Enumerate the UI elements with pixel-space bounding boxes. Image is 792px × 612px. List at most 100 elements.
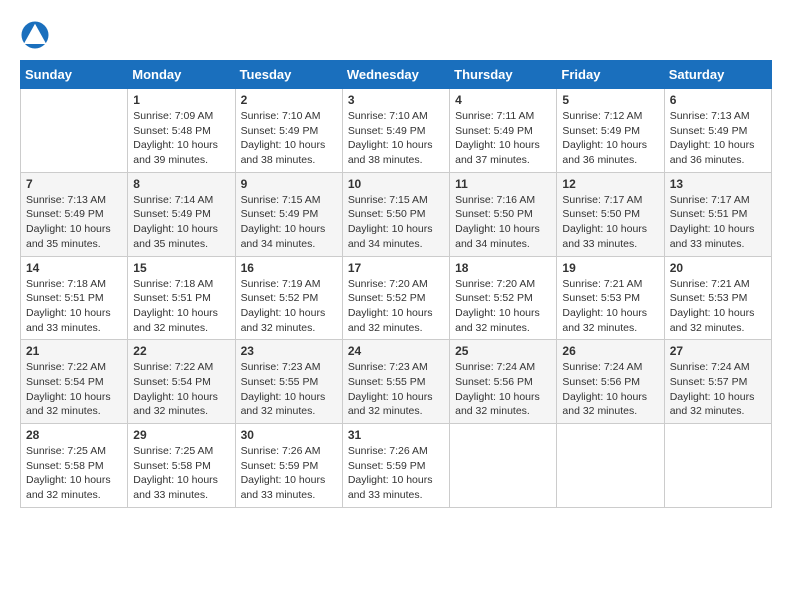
day-cell: 14 Sunrise: 7:18 AM Sunset: 5:51 PM Dayli… bbox=[21, 256, 128, 340]
day-number: 14 bbox=[26, 261, 122, 275]
day-number: 17 bbox=[348, 261, 444, 275]
day-info: Sunrise: 7:18 AM Sunset: 5:51 PM Dayligh… bbox=[133, 277, 229, 336]
week-row-4: 21Sunrise: 7:22 AM Sunset: 5:54 PM Dayli… bbox=[21, 340, 772, 424]
day-number: 15 bbox=[133, 261, 229, 275]
day-info: Sunrise: 7:25 AM Sunset: 5:58 PM Dayligh… bbox=[26, 444, 122, 503]
day-number: 3 bbox=[348, 93, 444, 107]
day-cell: 13 Sunrise: 7:17 AM Sunset: 5:51 PM Dayli… bbox=[664, 172, 771, 256]
day-number: 23 bbox=[241, 344, 337, 358]
day-number: 1 bbox=[133, 93, 229, 107]
day-info: Sunrise: 7:21 AM Sunset: 5:53 PM Dayligh… bbox=[670, 277, 766, 336]
day-number: 22 bbox=[133, 344, 229, 358]
day-number: 12 bbox=[562, 177, 658, 191]
day-info: Sunrise: 7:15 AM Sunset: 5:49 PM Dayligh… bbox=[241, 193, 337, 252]
day-cell: 22 Sunrise: 7:22 AM Sunset: 5:54 PM Dayli… bbox=[128, 340, 235, 424]
day-info: Sunrise: 7:09 AM Sunset: 5:48 PM Dayligh… bbox=[133, 109, 229, 168]
day-cell: 20 Sunrise: 7:21 AM Sunset: 5:53 PM Dayli… bbox=[664, 256, 771, 340]
day-info: Sunrise: 7:12 AM Sunset: 5:49 PM Dayligh… bbox=[562, 109, 658, 168]
day-cell: 21Sunrise: 7:22 AM Sunset: 5:54 PM Dayli… bbox=[21, 340, 128, 424]
day-cell: 4Sunrise: 7:11 AM Sunset: 5:49 PM Daylig… bbox=[450, 89, 557, 173]
day-cell: 15 Sunrise: 7:18 AM Sunset: 5:51 PM Dayli… bbox=[128, 256, 235, 340]
day-cell: 1 Sunrise: 7:09 AM Sunset: 5:48 PM Daylig… bbox=[128, 89, 235, 173]
day-number: 13 bbox=[670, 177, 766, 191]
day-number: 24 bbox=[348, 344, 444, 358]
day-info: Sunrise: 7:25 AM Sunset: 5:58 PM Dayligh… bbox=[133, 444, 229, 503]
day-cell: 6Sunrise: 7:13 AM Sunset: 5:49 PM Daylig… bbox=[664, 89, 771, 173]
day-number: 10 bbox=[348, 177, 444, 191]
day-cell: 29 Sunrise: 7:25 AM Sunset: 5:58 PM Dayli… bbox=[128, 424, 235, 508]
day-info: Sunrise: 7:10 AM Sunset: 5:49 PM Dayligh… bbox=[348, 109, 444, 168]
day-info: Sunrise: 7:24 AM Sunset: 5:57 PM Dayligh… bbox=[670, 360, 766, 419]
day-cell: 11Sunrise: 7:16 AM Sunset: 5:50 PM Dayli… bbox=[450, 172, 557, 256]
day-cell: 12 Sunrise: 7:17 AM Sunset: 5:50 PM Dayli… bbox=[557, 172, 664, 256]
day-cell bbox=[557, 424, 664, 508]
day-cell: 9 Sunrise: 7:15 AM Sunset: 5:49 PM Daylig… bbox=[235, 172, 342, 256]
day-info: Sunrise: 7:20 AM Sunset: 5:52 PM Dayligh… bbox=[455, 277, 551, 336]
day-info: Sunrise: 7:21 AM Sunset: 5:53 PM Dayligh… bbox=[562, 277, 658, 336]
day-cell: 28 Sunrise: 7:25 AM Sunset: 5:58 PM Dayli… bbox=[21, 424, 128, 508]
day-cell: 31 Sunrise: 7:26 AM Sunset: 5:59 PM Dayli… bbox=[342, 424, 449, 508]
header-cell-saturday: Saturday bbox=[664, 61, 771, 89]
day-cell bbox=[21, 89, 128, 173]
day-info: Sunrise: 7:13 AM Sunset: 5:49 PM Dayligh… bbox=[26, 193, 122, 252]
day-number: 7 bbox=[26, 177, 122, 191]
day-info: Sunrise: 7:22 AM Sunset: 5:54 PM Dayligh… bbox=[133, 360, 229, 419]
day-cell: 25Sunrise: 7:24 AM Sunset: 5:56 PM Dayli… bbox=[450, 340, 557, 424]
week-row-3: 14 Sunrise: 7:18 AM Sunset: 5:51 PM Dayli… bbox=[21, 256, 772, 340]
day-cell: 2 Sunrise: 7:10 AM Sunset: 5:49 PM Daylig… bbox=[235, 89, 342, 173]
day-number: 9 bbox=[241, 177, 337, 191]
day-info: Sunrise: 7:10 AM Sunset: 5:49 PM Dayligh… bbox=[241, 109, 337, 168]
day-info: Sunrise: 7:19 AM Sunset: 5:52 PM Dayligh… bbox=[241, 277, 337, 336]
day-number: 16 bbox=[241, 261, 337, 275]
week-row-5: 28 Sunrise: 7:25 AM Sunset: 5:58 PM Dayli… bbox=[21, 424, 772, 508]
day-cell: 19 Sunrise: 7:21 AM Sunset: 5:53 PM Dayli… bbox=[557, 256, 664, 340]
day-number: 29 bbox=[133, 428, 229, 442]
day-info: Sunrise: 7:26 AM Sunset: 5:59 PM Dayligh… bbox=[348, 444, 444, 503]
day-cell: 3 Sunrise: 7:10 AM Sunset: 5:49 PM Daylig… bbox=[342, 89, 449, 173]
day-cell: 8 Sunrise: 7:14 AM Sunset: 5:49 PM Daylig… bbox=[128, 172, 235, 256]
day-cell bbox=[450, 424, 557, 508]
day-cell: 27 Sunrise: 7:24 AM Sunset: 5:57 PM Dayli… bbox=[664, 340, 771, 424]
calendar-table: SundayMondayTuesdayWednesdayThursdayFrid… bbox=[20, 60, 772, 508]
day-info: Sunrise: 7:24 AM Sunset: 5:56 PM Dayligh… bbox=[455, 360, 551, 419]
day-number: 8 bbox=[133, 177, 229, 191]
day-cell: 23 Sunrise: 7:23 AM Sunset: 5:55 PM Dayli… bbox=[235, 340, 342, 424]
day-info: Sunrise: 7:18 AM Sunset: 5:51 PM Dayligh… bbox=[26, 277, 122, 336]
day-info: Sunrise: 7:23 AM Sunset: 5:55 PM Dayligh… bbox=[241, 360, 337, 419]
day-number: 27 bbox=[670, 344, 766, 358]
day-info: Sunrise: 7:14 AM Sunset: 5:49 PM Dayligh… bbox=[133, 193, 229, 252]
day-info: Sunrise: 7:22 AM Sunset: 5:54 PM Dayligh… bbox=[26, 360, 122, 419]
calendar-body: 1 Sunrise: 7:09 AM Sunset: 5:48 PM Daylig… bbox=[21, 89, 772, 508]
day-number: 4 bbox=[455, 93, 551, 107]
day-cell bbox=[664, 424, 771, 508]
day-number: 26 bbox=[562, 344, 658, 358]
day-number: 19 bbox=[562, 261, 658, 275]
day-cell: 24Sunrise: 7:23 AM Sunset: 5:55 PM Dayli… bbox=[342, 340, 449, 424]
day-info: Sunrise: 7:16 AM Sunset: 5:50 PM Dayligh… bbox=[455, 193, 551, 252]
day-number: 5 bbox=[562, 93, 658, 107]
day-cell: 10 Sunrise: 7:15 AM Sunset: 5:50 PM Dayli… bbox=[342, 172, 449, 256]
day-info: Sunrise: 7:17 AM Sunset: 5:51 PM Dayligh… bbox=[670, 193, 766, 252]
day-info: Sunrise: 7:17 AM Sunset: 5:50 PM Dayligh… bbox=[562, 193, 658, 252]
logo bbox=[20, 20, 54, 50]
day-number: 30 bbox=[241, 428, 337, 442]
week-row-2: 7 Sunrise: 7:13 AM Sunset: 5:49 PM Daylig… bbox=[21, 172, 772, 256]
header-cell-monday: Monday bbox=[128, 61, 235, 89]
logo-icon bbox=[20, 20, 50, 50]
day-cell: 5 Sunrise: 7:12 AM Sunset: 5:49 PM Daylig… bbox=[557, 89, 664, 173]
day-info: Sunrise: 7:13 AM Sunset: 5:49 PM Dayligh… bbox=[670, 109, 766, 168]
day-cell: 7 Sunrise: 7:13 AM Sunset: 5:49 PM Daylig… bbox=[21, 172, 128, 256]
day-info: Sunrise: 7:15 AM Sunset: 5:50 PM Dayligh… bbox=[348, 193, 444, 252]
day-number: 2 bbox=[241, 93, 337, 107]
day-info: Sunrise: 7:24 AM Sunset: 5:56 PM Dayligh… bbox=[562, 360, 658, 419]
day-number: 31 bbox=[348, 428, 444, 442]
day-info: Sunrise: 7:26 AM Sunset: 5:59 PM Dayligh… bbox=[241, 444, 337, 503]
header-cell-tuesday: Tuesday bbox=[235, 61, 342, 89]
day-number: 28 bbox=[26, 428, 122, 442]
page-header bbox=[20, 20, 772, 50]
day-number: 18 bbox=[455, 261, 551, 275]
day-cell: 30 Sunrise: 7:26 AM Sunset: 5:59 PM Dayli… bbox=[235, 424, 342, 508]
day-number: 20 bbox=[670, 261, 766, 275]
day-info: Sunrise: 7:20 AM Sunset: 5:52 PM Dayligh… bbox=[348, 277, 444, 336]
day-cell: 16 Sunrise: 7:19 AM Sunset: 5:52 PM Dayli… bbox=[235, 256, 342, 340]
